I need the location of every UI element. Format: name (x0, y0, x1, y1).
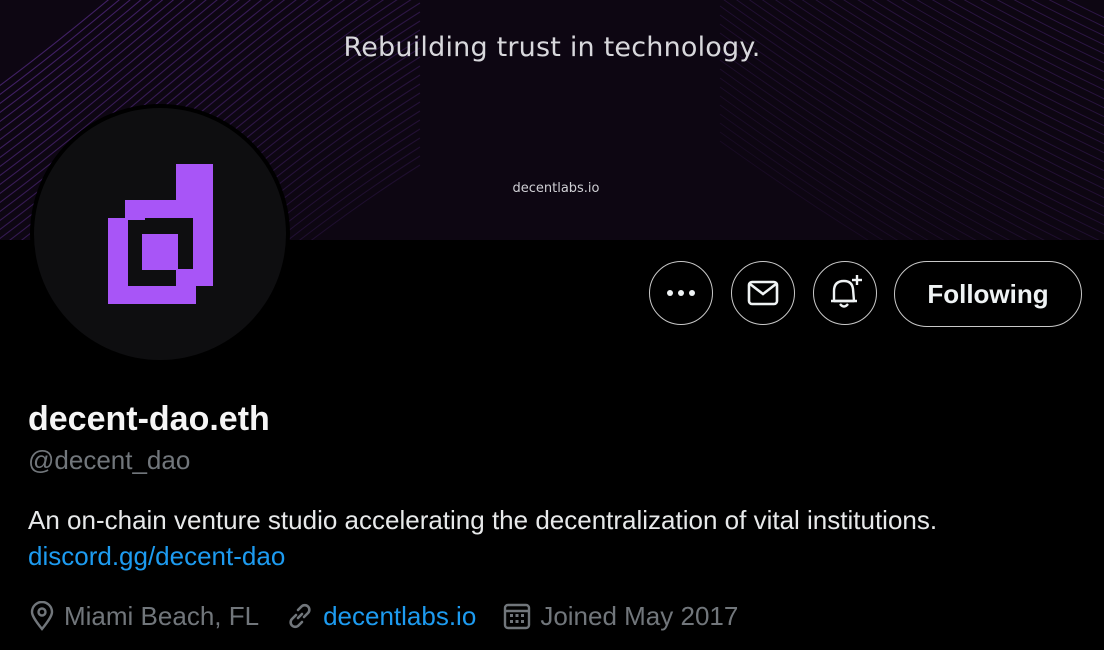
banner-tagline: Rebuilding trust in technology. (343, 32, 761, 63)
calendar-icon (504, 603, 531, 630)
profile-handle: @decent_dao (28, 445, 191, 475)
link-icon (289, 603, 311, 629)
website-item: decentlabs.io (285, 601, 476, 632)
joined-item: Joined May 2017 (502, 601, 738, 632)
website-link[interactable]: decentlabs.io (323, 601, 476, 632)
more-button[interactable] (649, 261, 713, 325)
mail-icon (747, 280, 779, 306)
more-icon (667, 290, 695, 296)
following-button[interactable]: Following (894, 261, 1082, 327)
bio-link[interactable]: discord.gg/decent-dao (28, 541, 285, 572)
location-pin-icon (30, 601, 54, 631)
location-text: Miami Beach, FL (64, 600, 260, 631)
profile-actions: Following (0, 261, 1104, 329)
profile-name: decent-dao.eth (28, 400, 270, 438)
notify-button[interactable] (813, 261, 877, 325)
message-button[interactable] (731, 261, 795, 325)
bell-plus-icon (831, 275, 862, 308)
joined-text: Joined May 2017 (540, 600, 739, 631)
profile-meta: Miami Beach, FL decentlabs.io Joined May… (28, 598, 764, 634)
location-item: Miami Beach, FL (28, 601, 259, 632)
profile-bio: An on-chain venture studio accelerating … (28, 505, 938, 535)
